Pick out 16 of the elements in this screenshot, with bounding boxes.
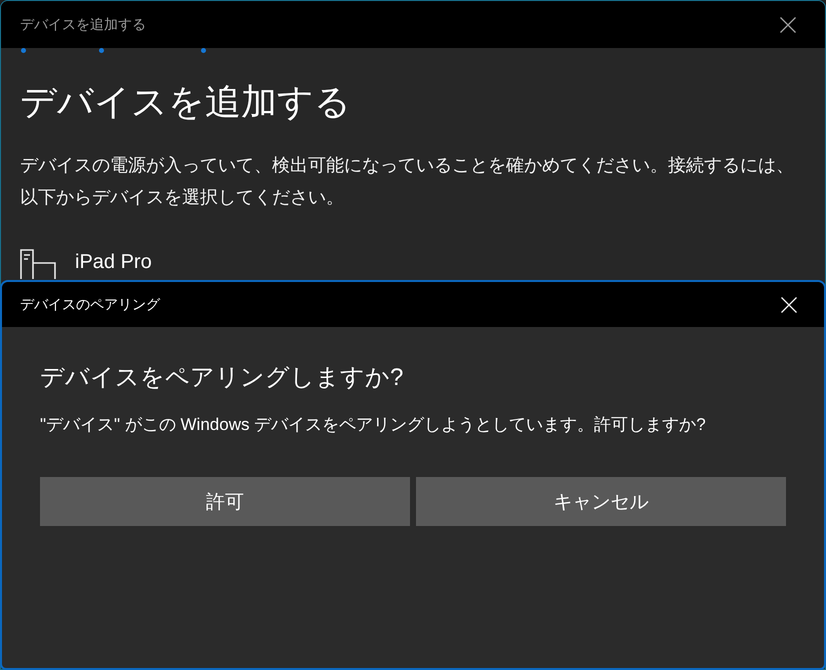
dialog-title: デバイスのペアリング bbox=[20, 296, 160, 314]
allow-button[interactable]: 許可 bbox=[40, 477, 410, 526]
cancel-button[interactable]: キャンセル bbox=[416, 477, 786, 526]
page-heading: デバイスを追加する bbox=[20, 80, 352, 124]
progress-dot-icon bbox=[201, 48, 206, 53]
progress-dot-icon bbox=[99, 48, 104, 53]
window-title: デバイスを追加する bbox=[20, 16, 146, 34]
close-icon bbox=[780, 16, 796, 32]
progress-dot-icon bbox=[21, 48, 26, 53]
dialog-message: "デバイス" がこの Windows デバイスをペアリングしようとしています。許可しますか? bbox=[40, 414, 707, 436]
desktop-computer-icon bbox=[20, 249, 56, 279]
close-button[interactable] bbox=[779, 16, 797, 34]
close-icon bbox=[781, 296, 797, 312]
dialog-heading: デバイスをペアリングしますか? bbox=[40, 363, 404, 393]
instructions-text: デバイスの電源が入っていて、検出可能になっていることを確かめてください。接続するには、以下からデバイスを選択してください。 bbox=[20, 154, 795, 209]
device-list-item[interactable]: iPad Pro bbox=[20, 249, 152, 279]
